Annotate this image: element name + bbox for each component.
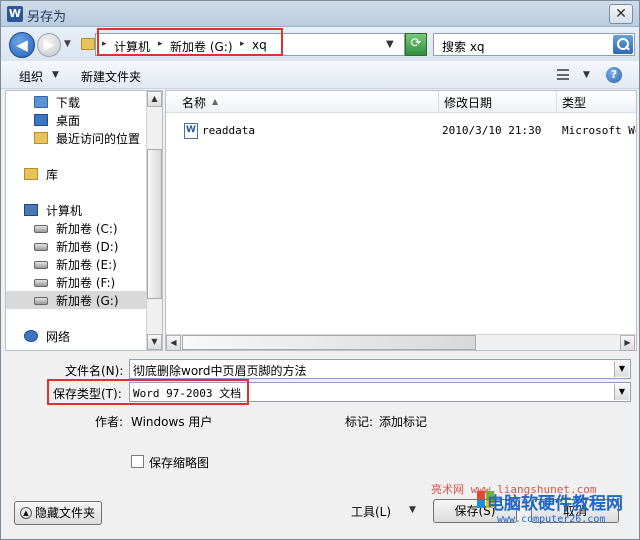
title-bar: W 另存为 ✕ <box>1 1 639 27</box>
chevron-down-icon[interactable]: ▼ <box>409 505 416 515</box>
file-date: 2010/3/10 21:30 <box>442 124 542 137</box>
file-type: Microsoft Wor <box>562 124 636 137</box>
filename-input[interactable]: 彻底删除word中页眉页脚的方法 <box>133 362 307 379</box>
scroll-thumb[interactable] <box>147 149 162 299</box>
help-icon[interactable]: ? <box>606 67 622 83</box>
save-button[interactable]: 保存(S) <box>433 499 517 523</box>
sidebar-item-label: 新加卷 (D:) <box>56 240 119 254</box>
drive-icon <box>34 297 48 305</box>
drive-icon <box>34 225 48 233</box>
column-divider[interactable] <box>556 91 557 113</box>
word-document-icon <box>184 123 198 139</box>
scroll-left-icon[interactable]: ◀ <box>166 335 181 351</box>
author-label: 作者: <box>95 415 124 429</box>
recent-places-icon <box>34 132 48 144</box>
sidebar-item-label: 新加卷 (F:) <box>56 276 116 290</box>
refresh-button[interactable]: ⟳ <box>405 33 427 56</box>
hide-folders-label: 隐藏文件夹 <box>35 506 96 520</box>
search-input[interactable]: 搜索 xq <box>442 38 485 55</box>
save-as-dialog: W 另存为 ✕ ◀ ▶ ▼ ▸ 计算机 ▸ 新加卷 (G:) ▸ xq ▼ ⟳ … <box>0 0 640 540</box>
sidebar-item-label: 网络 <box>46 330 71 344</box>
filelist-horizontal-scrollbar[interactable]: ◀ ▶ <box>166 334 636 351</box>
scroll-thumb[interactable] <box>182 335 476 350</box>
scroll-down-icon[interactable]: ▼ <box>147 334 162 350</box>
filename-label: 文件名(N): <box>65 364 124 378</box>
sidebar-item-label: 计算机 <box>46 204 83 218</box>
sidebar-item-network[interactable]: 网络 <box>6 327 146 345</box>
organize-button[interactable]: 组织 <box>19 68 43 85</box>
sidebar-item-label: 库 <box>46 168 59 182</box>
address-dropdown-icon[interactable]: ▼ <box>386 39 394 50</box>
sidebar-item-drive-c[interactable]: 新加卷 (C:) <box>6 219 146 237</box>
cancel-button[interactable]: 取消 <box>531 499 619 523</box>
hide-folders-button[interactable]: ▲ 隐藏文件夹 <box>14 501 102 525</box>
tags-value[interactable]: 添加标记 <box>379 413 427 430</box>
sidebar-item-desktop[interactable]: 桌面 <box>6 111 146 129</box>
recent-pages-dropdown[interactable]: ▼ <box>64 39 71 49</box>
search-box[interactable]: 搜索 xq <box>433 33 635 56</box>
back-button[interactable]: ◀ <box>9 32 35 58</box>
new-folder-button[interactable]: 新建文件夹 <box>81 68 141 85</box>
sidebar-item-drive-g[interactable]: 新加卷 (G:) <box>6 291 146 309</box>
network-icon <box>24 330 38 342</box>
view-options-icon[interactable] <box>557 69 569 80</box>
chevron-down-icon[interactable]: ▼ <box>614 384 629 400</box>
drive-icon <box>34 279 48 287</box>
word-app-icon: W <box>7 6 23 22</box>
column-header-date[interactable]: 修改日期 <box>444 94 492 111</box>
chevron-up-icon: ▲ <box>20 507 32 519</box>
save-thumbnail-label: 保存缩略图 <box>149 456 210 470</box>
sidebar-item-label: 新加卷 (G:) <box>56 294 119 308</box>
address-highlight-box <box>97 28 283 56</box>
scroll-up-icon[interactable]: ▲ <box>147 91 162 107</box>
chevron-down-icon[interactable]: ▼ <box>583 70 590 80</box>
sidebar-item-label: 桌面 <box>56 114 81 128</box>
nav-vertical-scrollbar[interactable]: ▲ ▼ <box>146 91 162 350</box>
sidebar-item-label: 新加卷 (E:) <box>56 258 117 272</box>
sort-ascending-icon: ▲ <box>212 97 219 106</box>
drive-icon <box>34 261 48 269</box>
scroll-right-icon[interactable]: ▶ <box>620 335 635 351</box>
download-folder-icon <box>34 96 48 108</box>
author-value[interactable]: Windows 用户 <box>131 413 212 430</box>
chevron-down-icon[interactable]: ▼ <box>52 70 59 80</box>
file-name: readdata <box>202 124 255 137</box>
file-list: 名称 ▲ 修改日期 类型 readdata 2010/3/10 21:30 Mi… <box>165 90 637 351</box>
sidebar-item-label: 下载 <box>56 96 81 110</box>
window-title: 另存为 <box>27 10 67 25</box>
library-icon <box>24 168 38 180</box>
navigation-pane: 下载 桌面 最近访问的位置 库 计算机 新加卷 (C:) 新加卷 (D:) 新加… <box>5 90 163 351</box>
computer-icon <box>24 204 38 216</box>
sidebar-item-drive-e[interactable]: 新加卷 (E:) <box>6 255 146 273</box>
search-icon[interactable] <box>613 35 633 54</box>
folder-icon <box>81 38 95 50</box>
drive-icon <box>34 243 48 251</box>
sidebar-item-computer[interactable]: 计算机 <box>6 201 146 219</box>
sidebar-item-label: 最近访问的位置 <box>56 132 141 146</box>
sidebar-item-drive-f[interactable]: 新加卷 (F:) <box>6 273 146 291</box>
sidebar-item-label: 新加卷 (C:) <box>56 222 118 236</box>
column-header-row: 名称 ▲ 修改日期 类型 <box>166 91 636 113</box>
close-button[interactable]: ✕ <box>609 4 633 24</box>
bottom-bar: ▲ 隐藏文件夹 工具(L) ▼ 保存(S) 取消 <box>1 491 639 539</box>
save-thumbnail-checkbox[interactable] <box>131 455 144 468</box>
savetype-highlight-box <box>47 379 249 405</box>
file-row[interactable]: readdata 2010/3/10 21:30 Microsoft Wor <box>166 121 636 141</box>
column-divider[interactable] <box>438 91 439 113</box>
desktop-icon <box>34 114 48 126</box>
column-header-type[interactable]: 类型 <box>562 94 586 111</box>
forward-button[interactable]: ▶ <box>37 33 61 57</box>
sidebar-item-drive-d[interactable]: 新加卷 (D:) <box>6 237 146 255</box>
tools-button[interactable]: 工具(L) <box>351 503 391 520</box>
sidebar-item-downloads[interactable]: 下载 <box>6 93 146 111</box>
sidebar-item-recent-places[interactable]: 最近访问的位置 <box>6 129 146 147</box>
column-header-name[interactable]: 名称 <box>182 94 206 111</box>
sidebar-item-libraries[interactable]: 库 <box>6 165 146 183</box>
tags-label: 标记: <box>345 415 374 429</box>
command-toolbar: 组织 ▼ 新建文件夹 ▼ ? <box>1 61 639 89</box>
filename-field[interactable]: 彻底删除word中页眉页脚的方法 ▼ <box>129 359 631 379</box>
chevron-down-icon[interactable]: ▼ <box>614 361 629 377</box>
